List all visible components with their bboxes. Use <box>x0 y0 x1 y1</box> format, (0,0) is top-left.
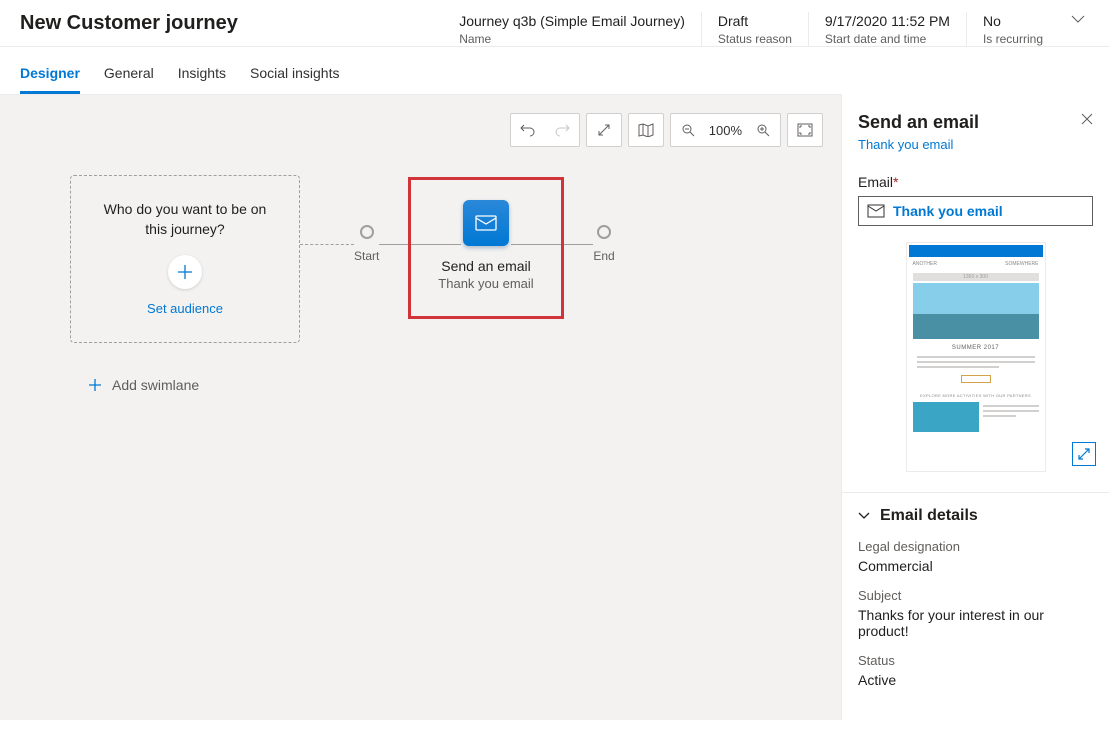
zoom-in-button[interactable] <box>746 114 780 146</box>
page-title: New Customer journey <box>20 12 443 35</box>
tab-general[interactable]: General <box>104 65 154 94</box>
meta-status[interactable]: Draft Status reason <box>701 12 808 46</box>
preview-banner <box>909 245 1043 257</box>
detail-value: Active <box>858 672 1093 688</box>
close-icon[interactable] <box>1081 112 1093 128</box>
meta-name[interactable]: Journey q3b (Simple Email Journey) Name <box>443 12 701 46</box>
detail-value: Commercial <box>858 558 1093 574</box>
audience-prompt: Who do you want to be on this journey? <box>71 200 299 239</box>
undo-button[interactable] <box>511 114 545 146</box>
plus-icon <box>88 378 102 392</box>
panel-title: Send an email <box>858 112 979 133</box>
start-dot-icon <box>360 225 374 239</box>
email-preview: ANOTHERSOMEWHERE 1350 x 300 SUMMER 2017 … <box>906 242 1046 472</box>
connector-dashed <box>300 244 354 245</box>
tab-social-insights[interactable]: Social insights <box>250 65 340 94</box>
mail-icon <box>867 204 885 218</box>
email-record-link[interactable]: Thank you email <box>858 137 1093 152</box>
fullscreen-button[interactable] <box>788 114 822 146</box>
email-lookup-field[interactable]: Thank you email <box>858 196 1093 226</box>
tile-title: Send an email <box>441 258 531 274</box>
add-audience-button[interactable] <box>168 255 202 289</box>
expand-preview-button[interactable] <box>1072 442 1096 466</box>
detail-value: Thanks for your interest in our product! <box>858 607 1093 639</box>
end-dot-icon <box>597 225 611 239</box>
send-email-tile[interactable]: Send an email Thank you email <box>408 177 564 319</box>
zoom-level: 100% <box>705 123 746 138</box>
detail-label: Legal designation <box>858 539 1093 554</box>
chevron-down-icon <box>858 510 870 522</box>
page-header: New Customer journey Journey q3b (Simple… <box>0 0 1109 47</box>
minimap-button[interactable] <box>629 114 663 146</box>
end-node: End <box>593 225 614 263</box>
meta-recurring[interactable]: No Is recurring <box>966 12 1059 46</box>
audience-placeholder[interactable]: Who do you want to be on this journey? S… <box>70 175 300 343</box>
set-audience-link[interactable]: Set audience <box>147 301 223 316</box>
start-node: Start <box>354 225 379 263</box>
header-meta: Journey q3b (Simple Email Journey) Name … <box>443 12 1059 46</box>
tab-bar: Designer General Insights Social insight… <box>0 65 1109 94</box>
properties-panel: Send an email Thank you email Email* Tha… <box>841 94 1109 720</box>
chevron-down-icon[interactable] <box>1059 12 1089 26</box>
redo-button[interactable] <box>545 114 579 146</box>
fit-button[interactable] <box>587 114 621 146</box>
preview-pool-image <box>913 402 980 432</box>
email-field-label: Email* <box>858 174 1093 190</box>
email-icon <box>463 200 509 246</box>
preview-cta <box>961 375 991 383</box>
detail-label: Subject <box>858 588 1093 603</box>
canvas-toolbar: 100% <box>510 113 823 147</box>
tab-insights[interactable]: Insights <box>178 65 226 94</box>
tab-designer[interactable]: Designer <box>20 65 80 94</box>
preview-hero-image <box>913 283 1039 339</box>
email-details-section[interactable]: Email details <box>858 507 1093 525</box>
add-swimlane-button[interactable]: Add swimlane <box>88 377 300 393</box>
designer-canvas[interactable]: 100% Who do you want to be on this journ… <box>0 94 841 720</box>
tile-subtitle: Thank you email <box>438 276 533 291</box>
zoom-out-button[interactable] <box>671 114 705 146</box>
meta-start-date[interactable]: 9/17/2020 11:52 PM Start date and time <box>808 12 966 46</box>
detail-label: Status <box>858 653 1093 668</box>
